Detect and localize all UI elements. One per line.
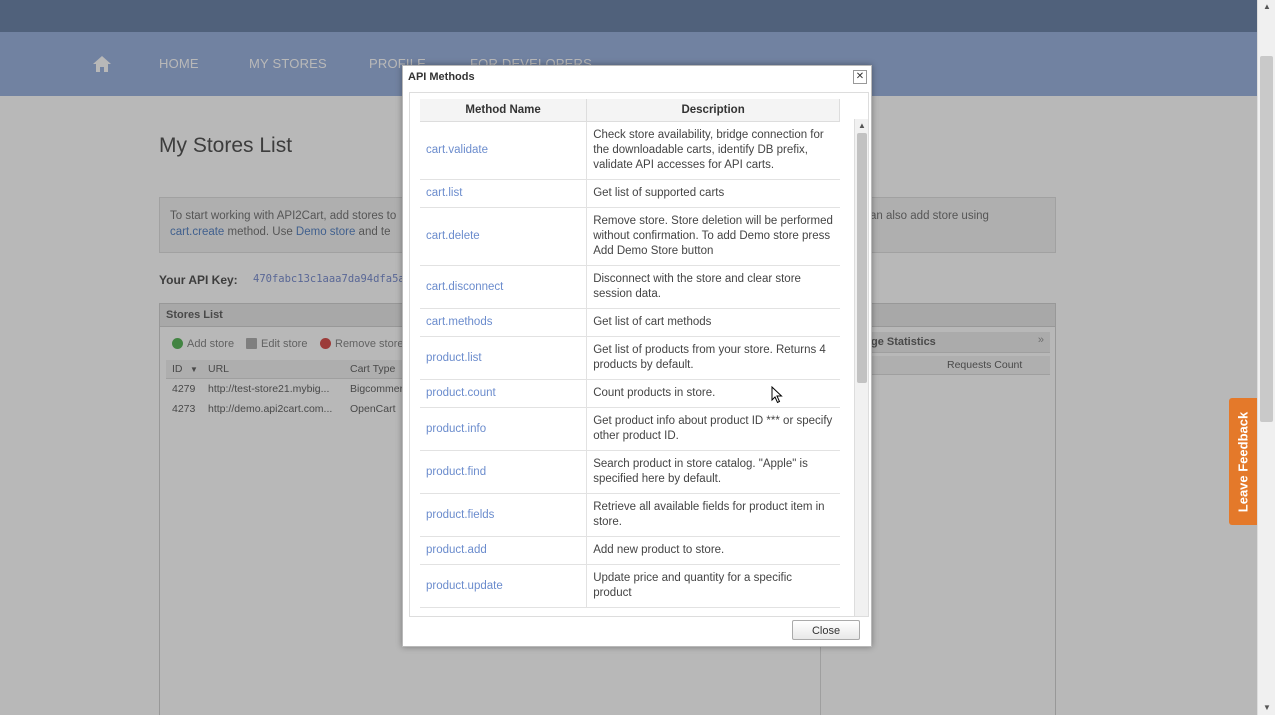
method-link[interactable]: cart.list (420, 179, 588, 208)
method-link[interactable]: cart.delete (420, 207, 588, 266)
table-row: cart.validate Check store availability, b… (420, 121, 840, 180)
scroll-up-icon[interactable]: ▲ (1263, 2, 1271, 11)
method-description: Get list of products from your store. Re… (586, 336, 840, 380)
page: HOME MY STORES PROFILE FOR DEVELOPERS My… (0, 0, 1257, 715)
scroll-down-icon[interactable]: ▼ (1263, 703, 1271, 712)
leave-feedback-label: Leave Feedback (1235, 411, 1251, 512)
col-method-name: Method Name (420, 99, 588, 122)
method-description: Get list of cart methods (586, 308, 840, 337)
table-row: product.fields Retrieve all available fie… (420, 493, 840, 537)
methods-scrollbar[interactable]: ▲ ▼ (854, 119, 868, 616)
table-row: product.info Get product info about produ… (420, 407, 840, 451)
table-row: product.add Add new product to store. (420, 536, 840, 565)
mouse-cursor-icon (771, 386, 783, 404)
method-description: Count products in store. (586, 379, 840, 408)
table-row: product.update Update price and quantity … (420, 564, 840, 608)
method-link[interactable]: product.list (420, 336, 588, 380)
close-button[interactable]: Close (792, 620, 860, 640)
api-methods-dialog: API Methods ✕ Method Name Description ca… (402, 65, 872, 647)
scrollbar-thumb[interactable] (857, 133, 867, 383)
leave-feedback-button[interactable]: Leave Feedback (1229, 398, 1257, 525)
method-description: Get list of supported carts (586, 179, 840, 208)
method-link[interactable]: product.find (420, 450, 588, 494)
method-link[interactable]: product.update (420, 564, 588, 608)
method-description: Disconnect with the store and clear stor… (586, 265, 840, 309)
method-description: Retrieve all available fields for produc… (586, 493, 840, 537)
method-description: Add new product to store. (586, 536, 840, 565)
method-description: Get product info about product ID *** or… (586, 407, 840, 451)
table-row: cart.methods Get list of cart methods (420, 308, 840, 337)
method-link[interactable]: cart.validate (420, 121, 588, 180)
method-description: Search product in store catalog. "Apple"… (586, 450, 840, 494)
table-row: cart.delete Remove store. Store deletion … (420, 207, 840, 266)
window-scrollbar[interactable]: ▲ ▼ (1257, 0, 1275, 715)
methods-table-header: Method Name Description (420, 99, 840, 122)
methods-table: Method Name Description cart.validate Che… (420, 99, 840, 608)
method-link[interactable]: product.fields (420, 493, 588, 537)
method-description: Check store availability, bridge connect… (586, 121, 840, 180)
methods-scroll-area[interactable]: Method Name Description cart.validate Che… (409, 92, 869, 617)
method-link[interactable]: cart.disconnect (420, 265, 588, 309)
method-link[interactable]: cart.methods (420, 308, 588, 337)
method-link[interactable]: product.info (420, 407, 588, 451)
dialog-title: API Methods (408, 71, 475, 83)
table-row: product.find Search product in store cata… (420, 450, 840, 494)
method-link[interactable]: product.count (420, 379, 588, 408)
table-row: cart.list Get list of supported carts (420, 179, 840, 208)
close-icon[interactable]: ✕ (853, 70, 867, 84)
table-row: product.list Get list of products from yo… (420, 336, 840, 380)
method-description: Remove store. Store deletion will be per… (586, 207, 840, 266)
table-row: cart.disconnect Disconnect with the store… (420, 265, 840, 309)
col-description: Description (586, 99, 840, 122)
method-link[interactable]: product.add (420, 536, 588, 565)
window-scrollbar-thumb[interactable] (1260, 56, 1273, 422)
scroll-up-icon[interactable]: ▲ (858, 121, 866, 130)
method-description: Update price and quantity for a specific… (586, 564, 840, 608)
